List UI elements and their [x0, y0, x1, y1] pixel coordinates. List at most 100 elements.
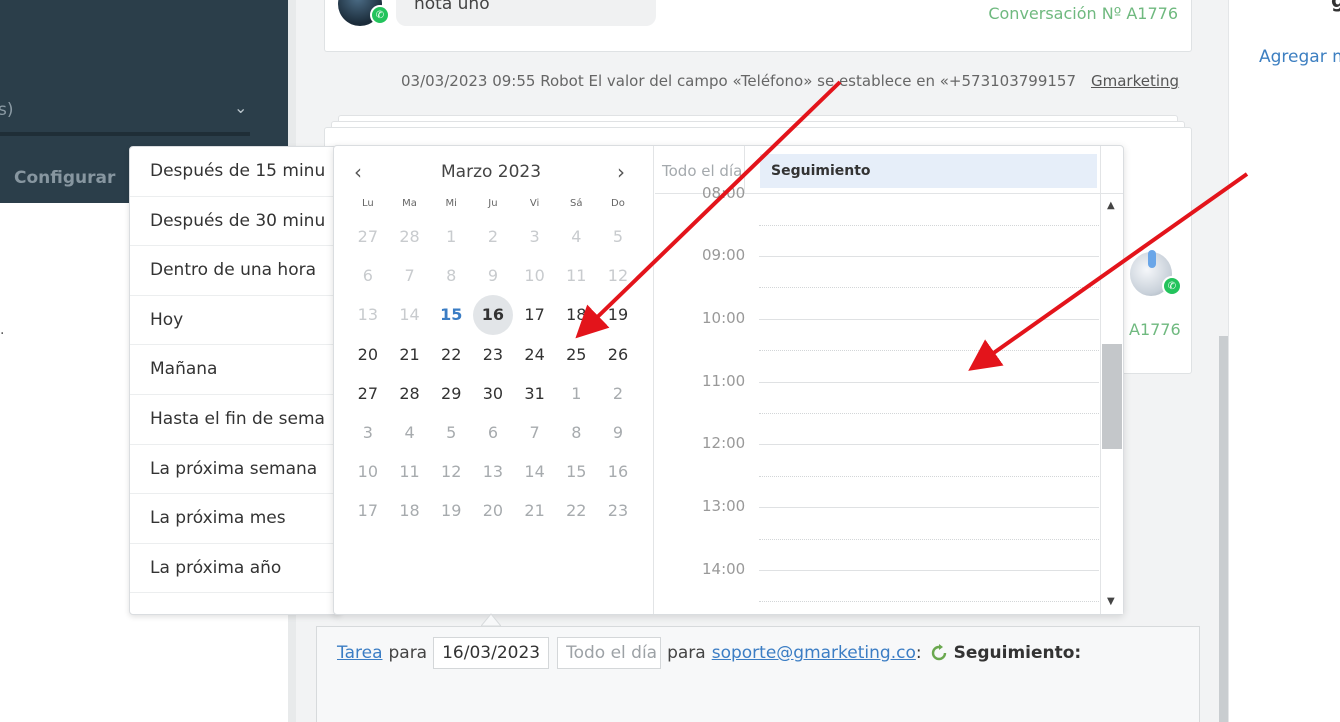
event-author-link[interactable]: Gmarketing — [1091, 72, 1179, 90]
calendar-day-selected[interactable]: 16 — [472, 294, 514, 335]
scroll-up-icon[interactable]: ▲ — [1107, 200, 1115, 211]
task-assignee-link[interactable]: soporte@gmarketing.co — [712, 643, 916, 663]
hour-label: 08:00 — [702, 184, 746, 202]
scroll-thumb[interactable] — [1102, 344, 1122, 449]
day-number: 8 — [446, 266, 457, 286]
calendar-day[interactable]: 6 — [472, 413, 514, 452]
calendar-day[interactable]: 12 — [597, 256, 639, 295]
calendar-day[interactable]: 8 — [555, 413, 597, 452]
calendar-day[interactable]: 1 — [430, 217, 472, 256]
calendar-day[interactable]: 15 — [555, 452, 597, 491]
calendar-day[interactable]: 25 — [555, 335, 597, 374]
calendar-day[interactable]: 4 — [555, 217, 597, 256]
calendar-day[interactable]: 23 — [472, 335, 514, 374]
calendar-day[interactable]: 22 — [555, 491, 597, 530]
calendar-day[interactable]: 1 — [555, 374, 597, 413]
card-conversation-link[interactable]: A1776 — [1129, 320, 1181, 339]
calendar-day[interactable]: 20 — [347, 335, 389, 374]
day-number: 21 — [524, 501, 545, 521]
calendar-day[interactable]: 27 — [347, 374, 389, 413]
preset-end-of-week[interactable]: Hasta el fin de sema — [130, 395, 340, 445]
task-type-link[interactable]: Tarea — [337, 643, 382, 663]
calendar-day[interactable]: 7 — [389, 256, 431, 295]
preset-next-month[interactable]: La próxima mes — [130, 494, 340, 544]
task-time-input[interactable]: Todo el día — [557, 637, 662, 669]
calendar-day[interactable]: 2 — [597, 374, 639, 413]
all-day-event[interactable]: Seguimiento — [760, 154, 1097, 188]
calendar-day[interactable]: 30 — [472, 374, 514, 413]
chevron-down-icon[interactable]: ⌄ — [234, 98, 247, 117]
calendar-day[interactable]: 28 — [389, 374, 431, 413]
popup-pointer — [481, 613, 501, 627]
configure-tab[interactable]: Configurar — [14, 168, 115, 188]
preset-today[interactable]: Hoy — [130, 296, 340, 346]
calendar-day[interactable]: 18 — [389, 491, 431, 530]
chevron-right-icon[interactable]: › — [617, 160, 625, 184]
schedule-scrollbar[interactable]: ▲ ▼ — [1100, 194, 1123, 614]
calendar-day[interactable]: 19 — [430, 491, 472, 530]
day-number: 1 — [571, 383, 582, 403]
task-date-input[interactable]: 16/03/2023 — [433, 637, 550, 669]
calendar-day[interactable]: 5 — [597, 217, 639, 256]
day-number: 27 — [357, 227, 379, 247]
calendar-day[interactable]: 11 — [389, 452, 431, 491]
calendar-day[interactable]: 17 — [347, 491, 389, 530]
day-number: 27 — [357, 383, 379, 403]
calendar-day[interactable]: 22 — [430, 335, 472, 374]
calendar-day[interactable]: 13 — [347, 295, 389, 334]
calendar-day[interactable]: 16 — [597, 452, 639, 491]
day-number: 28 — [399, 227, 420, 247]
calendar-day[interactable]: 8 — [430, 256, 472, 295]
preset-tomorrow[interactable]: Mañana — [130, 345, 340, 395]
calendar-day[interactable]: 9 — [597, 413, 639, 452]
calendar-day[interactable]: 21 — [389, 335, 431, 374]
calendar-day[interactable]: 3 — [514, 217, 556, 256]
half-hour-line — [759, 225, 1099, 226]
calendar-day[interactable]: 6 — [347, 256, 389, 295]
calendar-day[interactable]: 5 — [430, 413, 472, 452]
calendar-day[interactable]: 28 — [389, 217, 431, 256]
feed-scrollbar[interactable] — [1219, 336, 1228, 722]
calendar-day[interactable]: 7 — [514, 413, 556, 452]
calendar-day[interactable]: 13 — [472, 452, 514, 491]
calendar-day[interactable]: 24 — [514, 335, 556, 374]
time-grid[interactable]: 08:00 09:00 10:00 11:00 12:00 13:00 14:00 — [655, 184, 1099, 614]
preset-next-year[interactable]: La próxima año — [130, 544, 340, 594]
calendar-day[interactable]: 20 — [472, 491, 514, 530]
calendar-day[interactable]: 18 — [555, 295, 597, 334]
half-hour-line — [759, 413, 1099, 414]
calendar-day[interactable]: 14 — [389, 295, 431, 334]
calendar-day[interactable]: 12 — [430, 452, 472, 491]
calendar-day[interactable]: 27 — [347, 217, 389, 256]
scroll-down-icon[interactable]: ▼ — [1107, 596, 1115, 607]
calendar-day[interactable]: 10 — [514, 256, 556, 295]
calendar-day[interactable]: 9 — [472, 256, 514, 295]
calendar-day[interactable]: 11 — [555, 256, 597, 295]
preset-one-hour[interactable]: Dentro de una hora — [130, 246, 340, 296]
add-link[interactable]: Agregar m — [1259, 47, 1340, 67]
calendar-day[interactable]: 17 — [514, 295, 556, 334]
calendar-day[interactable]: 31 — [514, 374, 556, 413]
calendar-day[interactable]: 23 — [597, 491, 639, 530]
sidebar-select-value[interactable]: s) — [0, 100, 14, 120]
calendar-day[interactable]: 10 — [347, 452, 389, 491]
calendar-day[interactable]: 3 — [347, 413, 389, 452]
calendar-day[interactable]: 14 — [514, 452, 556, 491]
day-number: 23 — [607, 501, 629, 521]
calendar-day[interactable]: 26 — [597, 335, 639, 374]
preset-30-minutes[interactable]: Después de 30 minu — [130, 197, 340, 247]
day-number: 15 — [440, 305, 463, 325]
preset-next-week[interactable]: La próxima semana — [130, 445, 340, 495]
hour-line — [759, 570, 1099, 571]
calendar-day[interactable]: 19 — [597, 295, 639, 334]
calendar-day[interactable]: 21 — [514, 491, 556, 530]
weekday-label: Mi — [445, 198, 457, 209]
calendar-day[interactable]: 2 — [472, 217, 514, 256]
task-type-label[interactable]: Seguimiento: — [954, 643, 1082, 663]
preset-15-minutes[interactable]: Después de 15 minu — [130, 147, 340, 197]
calendar-day[interactable]: 4 — [389, 413, 431, 452]
conversation-link[interactable]: Conversación Nº A1776 — [988, 4, 1178, 23]
chevron-left-icon[interactable]: ‹ — [354, 160, 362, 184]
calendar-day[interactable]: 29 — [430, 374, 472, 413]
calendar-day-today[interactable]: 15 — [430, 295, 472, 334]
